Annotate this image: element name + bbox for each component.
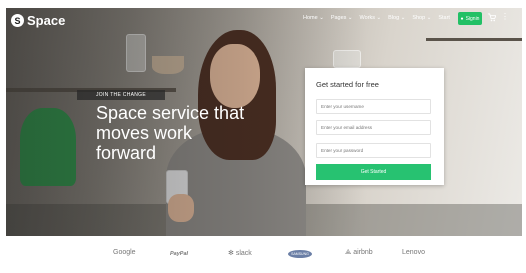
username-input[interactable]	[316, 99, 431, 114]
logo[interactable]: S Space	[11, 13, 65, 28]
nav-item-shop[interactable]: Shop ⌄	[412, 15, 431, 21]
form-title: Get started for free	[316, 80, 379, 89]
lenovo-logo: Lenovo	[402, 249, 425, 256]
google-logo: Google	[113, 249, 136, 256]
nav-item-pages[interactable]: Pages ⌄	[331, 15, 353, 21]
airbnb-logo: ⟁ airbnb	[345, 249, 373, 256]
more-menu-icon[interactable]: ⋮	[501, 12, 509, 21]
cart-icon[interactable]	[487, 13, 497, 24]
signin-label: Signin	[465, 15, 480, 22]
nav-item-home[interactable]: Home ⌄	[303, 15, 324, 21]
top-navbar: S Space Home ⌄ Pages ⌄ Works ⌄ Blog ⌄ Sh…	[6, 8, 522, 30]
hero-section: S Space Home ⌄ Pages ⌄ Works ⌄ Blog ⌄ Sh…	[6, 8, 522, 236]
signin-button[interactable]: ● Signin	[458, 12, 482, 25]
logo-icon: S	[11, 14, 24, 27]
nav-item-works[interactable]: Works ⌄	[360, 15, 382, 21]
samsung-logo: SAMSUNG	[288, 250, 312, 258]
logo-text: Space	[27, 13, 66, 28]
hero-eyebrow: JOIN THE CHANGE	[77, 90, 165, 100]
password-input[interactable]	[316, 143, 431, 158]
brand-logos: Google PayPal ✻ slack SAMSUNG ⟁ airbnb L…	[0, 246, 526, 266]
hero-overlay	[6, 8, 522, 236]
get-started-button[interactable]: Get Started	[316, 164, 431, 180]
airbnb-logo-text: airbnb	[353, 249, 373, 256]
slack-logo-text: slack	[235, 250, 252, 257]
nav-item-blog[interactable]: Blog ⌄	[388, 15, 405, 21]
hero-headline: Space service that moves work forward	[96, 103, 245, 163]
nav-menu: Home ⌄ Pages ⌄ Works ⌄ Blog ⌄ Shop ⌄ Sta…	[303, 15, 450, 21]
email-input[interactable]	[316, 120, 431, 135]
nav-item-start[interactable]: Start	[438, 15, 450, 21]
signup-form: Get started for free Get Started	[305, 68, 444, 185]
paypal-logo: PayPal	[170, 251, 189, 257]
user-icon: ●	[460, 15, 464, 22]
slack-logo: ✻ slack	[228, 250, 252, 257]
